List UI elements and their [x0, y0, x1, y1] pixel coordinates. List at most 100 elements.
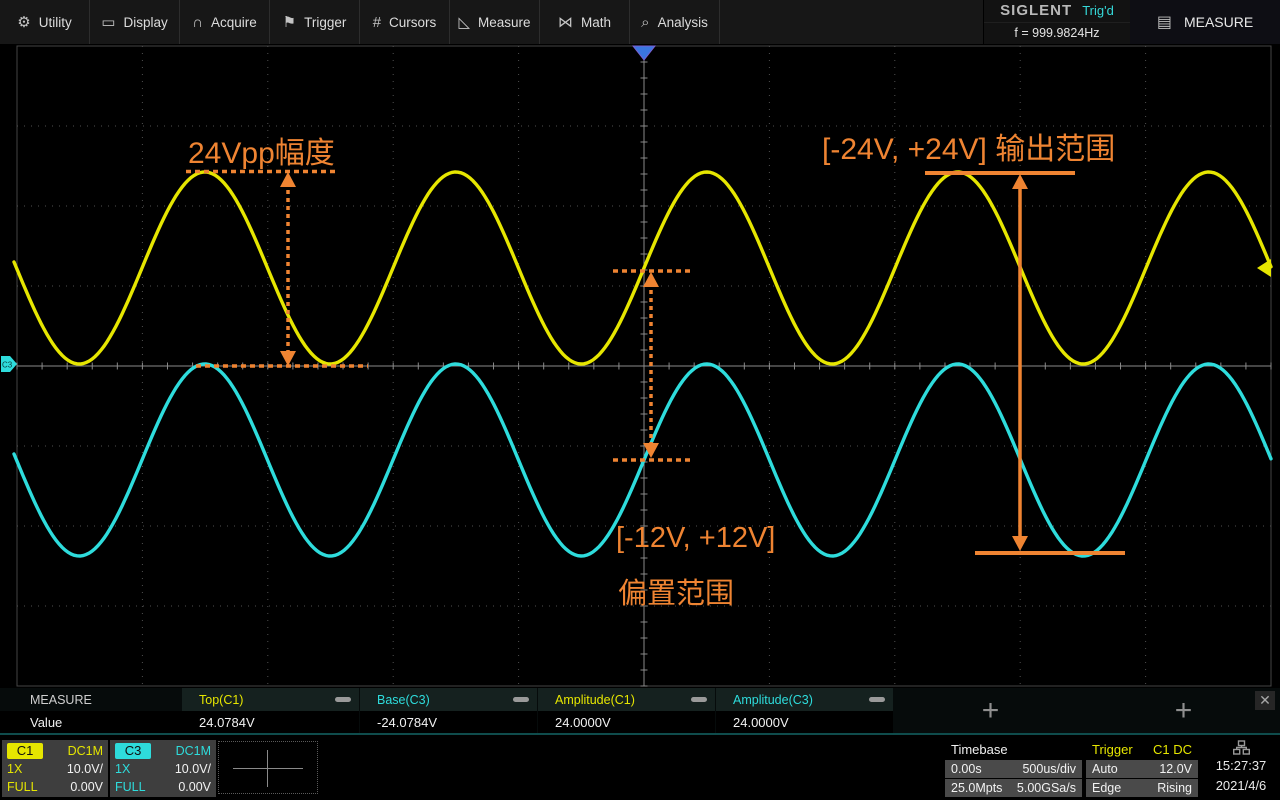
menu-item-trigger[interactable]: ⚑ Trigger	[270, 0, 360, 44]
crosshair-icon	[267, 750, 268, 787]
measurement-cell-amplitudec1: Amplitude(C1)24.0000V	[538, 688, 715, 733]
measurement-value: 24.0784V	[182, 711, 359, 733]
waveform-display[interactable]: C3 24Vpp幅度 [-24V, +24V] 输出范围 [-12V, +12V…	[0, 44, 1280, 688]
measurement-strip-title: MEASURE	[0, 688, 182, 711]
measurement-label: Amplitude(C3)	[733, 693, 813, 707]
menu-item-label: Trigger	[304, 15, 346, 30]
add-channel-box[interactable]	[218, 741, 318, 794]
menu-item-measure[interactable]: ◺ Measure	[450, 0, 540, 44]
trigger-status-box: SIGLENT Trig'd f = 999.9824Hz	[983, 0, 1130, 44]
plus-icon: +	[982, 696, 1000, 726]
measurement-label: Amplitude(C1)	[555, 693, 635, 707]
annotation-arrowhead	[643, 272, 659, 287]
close-icon: ✕	[1259, 692, 1271, 709]
siglent-logo: SIGLENT	[1000, 2, 1072, 19]
add-measurement-button-2[interactable]: +	[1087, 688, 1280, 733]
c3-probe: 1X	[115, 762, 130, 776]
trigger-position-marker[interactable]	[633, 46, 655, 60]
annotation-output-range: [-24V, +24V] 输出范围	[822, 124, 1115, 168]
clock-box: 15:27:37 2021/4/6	[1204, 738, 1278, 796]
menu-bar: ⚙ Utility ▭ Display ∩ Acquire ⚑ Trigger #Cursors…	[0, 0, 1280, 44]
timebase-box[interactable]: Timebase 0.00s 500us/div 25.0Mpts 5.00GS…	[945, 740, 1082, 797]
measure-panel-title: MEASURE	[1184, 14, 1253, 30]
menu-item-label: Acquire	[211, 15, 257, 30]
bottom-status-bar: C1 DC1M 1X 10.0V/ FULL 0.00V C3 DC1M 1X …	[0, 737, 1280, 800]
menu-item-acquire[interactable]: ∩ Acquire	[180, 0, 270, 44]
menu-item-utility[interactable]: ⚙ Utility	[0, 0, 90, 44]
cursors-icon: #	[373, 15, 381, 30]
c3-offset: 0.00V	[178, 780, 211, 794]
math-icon: ⋈	[558, 15, 573, 30]
menu-item-label: Display	[123, 15, 167, 30]
channel-c1-box[interactable]: C1 DC1M 1X 10.0V/ FULL 0.00V	[2, 740, 108, 797]
trigger-level: 12.0V	[1159, 762, 1192, 776]
analysis-icon: ⌕	[641, 15, 649, 30]
c3-coupling: DC1M	[176, 744, 211, 758]
plus-icon: +	[1175, 696, 1193, 726]
measurement-value: -24.0784V	[360, 711, 537, 733]
trigger-box[interactable]: Trigger C1 DC Auto 12.0V Edge Rising	[1086, 740, 1198, 797]
close-measure-strip-button[interactable]: ✕	[1255, 691, 1275, 710]
trigger-state: Trig'd	[1082, 3, 1114, 18]
lan-icon	[1233, 740, 1250, 755]
gear-icon: ⚙	[17, 15, 30, 30]
clipboard-icon: ▤	[1157, 12, 1172, 32]
menu-item-display[interactable]: ▭ Display	[90, 0, 180, 44]
timebase-rate: 5.00GSa/s	[1017, 781, 1076, 795]
timebase-delay: 0.00s	[951, 762, 982, 776]
c1-scale: 10.0V/	[67, 762, 103, 776]
trigger-slope: Rising	[1157, 781, 1192, 795]
measurement-label: Top(C1)	[199, 693, 243, 707]
menu-item-cursors[interactable]: #Cursors	[360, 0, 450, 44]
display-icon: ▭	[101, 15, 115, 30]
c1-waveform	[14, 172, 1271, 364]
c3-scale: 10.0V/	[175, 762, 211, 776]
remove-measurement-button[interactable]	[513, 697, 529, 702]
c1-bandwidth: FULL	[7, 780, 38, 794]
channel-c3-badge: C3	[115, 743, 151, 759]
c3-bandwidth: FULL	[115, 780, 146, 794]
measurement-add-area: + +	[894, 688, 1280, 733]
annotation-arrowhead	[280, 172, 296, 187]
trigger-source: C1 DC	[1153, 742, 1192, 757]
measurement-cell-topc1: Top(C1) 24.0784V	[182, 688, 359, 733]
flag-icon: ⚑	[283, 15, 296, 30]
menu-item-label: Analysis	[658, 15, 708, 30]
trigger-mode: Auto	[1092, 762, 1118, 776]
measurement-label: Base(C3)	[377, 693, 430, 707]
clock-date: 2021/4/6	[1204, 776, 1278, 796]
menu-item-label: Measure	[478, 15, 531, 30]
measurement-row-label: Value	[0, 711, 182, 733]
timebase-scale: 500us/div	[1022, 762, 1076, 776]
remove-measurement-button[interactable]	[869, 697, 885, 702]
trigger-type: Edge	[1092, 781, 1121, 795]
annotation-amplitude: 24Vpp幅度	[188, 128, 335, 172]
annotation-offset-range-2: 偏置范围	[618, 570, 734, 612]
c1-probe: 1X	[7, 762, 22, 776]
measurement-value: 24.0000V	[716, 711, 893, 733]
annotation-arrowhead	[280, 351, 296, 366]
menu-item-label: Math	[581, 15, 611, 30]
measurement-cell-amplitudec3: Amplitude(C3) 24.0000V	[716, 688, 893, 733]
c1-offset: 0.00V	[70, 780, 103, 794]
channel-c1-badge: C1	[7, 743, 43, 759]
measurement-label-column: MEASURE Value	[0, 688, 182, 733]
add-measurement-button-1[interactable]: +	[894, 688, 1087, 733]
menu-item-analysis[interactable]: ⌕ Analysis	[630, 0, 720, 44]
c3-ground-label: C3	[2, 361, 13, 370]
remove-measurement-button[interactable]	[691, 697, 707, 702]
annotation-offset-range-1: [-12V, +12V]	[616, 522, 775, 555]
timebase-points: 25.0Mpts	[951, 781, 1002, 795]
measure-icon: ◺	[458, 15, 470, 30]
annotation-arrowhead	[1012, 536, 1028, 551]
measurement-cell-basec3: Base(C3) -24.0784V	[360, 688, 537, 733]
channel-c3-box[interactable]: C3 DC1M 1X 10.0V/ FULL 0.00V	[110, 740, 216, 797]
trigger-title: Trigger	[1092, 742, 1133, 757]
trigger-level-marker[interactable]	[1257, 259, 1271, 277]
measure-panel-button[interactable]: ▤ MEASURE	[1130, 0, 1280, 44]
remove-measurement-button[interactable]	[335, 697, 351, 702]
crosshair-icon	[233, 768, 303, 769]
menu-item-label: Utility	[39, 15, 72, 30]
menu-item-math[interactable]: ⋈ Math	[540, 0, 630, 44]
acquire-icon: ∩	[192, 15, 203, 30]
